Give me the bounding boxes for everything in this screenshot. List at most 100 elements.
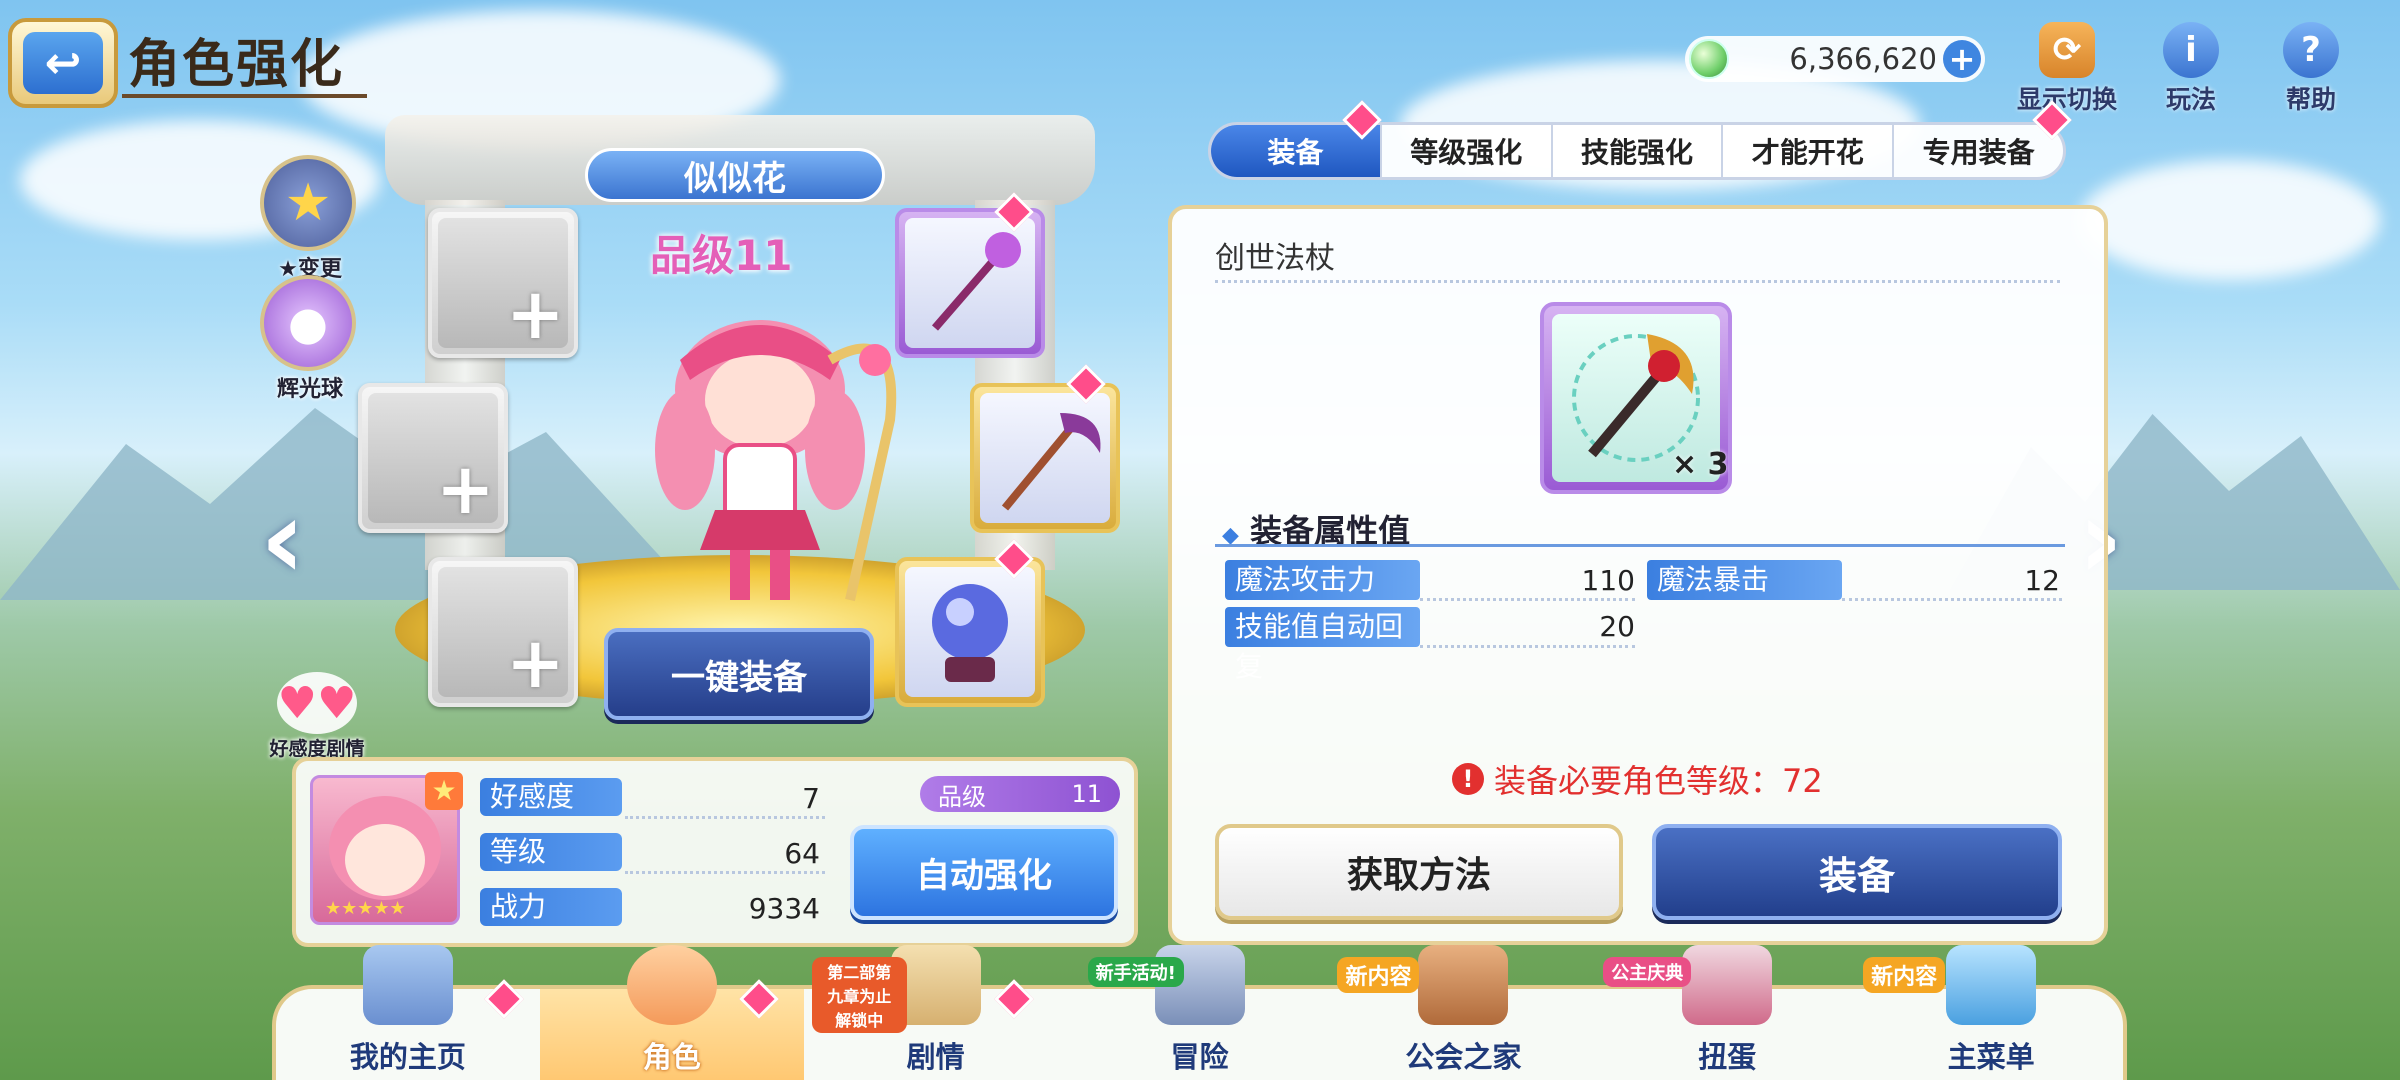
nav-gacha[interactable]: 公主庆典 扭蛋 [1595,945,1859,1080]
star-change-button[interactable]: ★ ★变更 [260,155,360,283]
rank-pill-value: 11 [1071,780,1102,808]
section-divider [1215,544,2065,547]
nav-main-menu[interactable]: 新内容 主菜单 [1859,945,2123,1080]
auto-enhance-button[interactable]: 自动强化 [850,825,1118,920]
help-button[interactable]: ? 帮助 [2256,22,2366,116]
tab-level-up[interactable]: 等级强化 [1382,125,1553,177]
svg-text:★★★★★: ★★★★★ [325,898,406,919]
crystal-orb-icon [932,584,1008,682]
affection-label: 好感度 [480,778,622,816]
bottom-navigation: 我的主页 角色 第二部第九章为止解锁中 剧情 新手活动! 冒险 新内容 公会之家… [272,945,2127,1080]
help-label: 帮助 [2285,85,2336,114]
gacha-festival-badge: 公主庆典 [1603,957,1692,987]
power-label: 战力 [480,888,622,926]
title-underline [122,94,367,98]
rank-pill: 品级 11 [920,776,1120,812]
display-switch-button[interactable]: ⟳ 显示切换 [2012,22,2122,116]
equipment-quantity: × 3 [1672,447,1729,482]
magic-crit-value: 12 [2024,564,2060,597]
level-value: 64 [784,837,820,870]
nav-main-menu-label: 主菜单 [1947,1040,2035,1074]
nav-guild-house[interactable]: 新内容 公会之家 [1331,945,1595,1080]
back-arrow-icon: ↩ [23,32,103,94]
add-icon: + [506,622,565,704]
equip-slot-6-orb[interactable] [895,557,1045,707]
display-switch-icon: ⟳ [2039,22,2095,78]
dotted-divider [625,816,825,819]
dotted-divider [1842,598,2062,601]
gacha-machine-icon [1682,945,1773,1025]
equip-slot-1-empty[interactable]: + [428,208,578,358]
nav-story-label: 剧情 [906,1040,965,1074]
power-value: 9334 [748,892,820,925]
dotted-divider [1420,598,1635,601]
tab-skill-up[interactable]: 技能强化 [1553,125,1724,177]
jewel-icon [1689,39,1729,79]
nav-adventure[interactable]: 新手活动! 冒险 [1068,945,1332,1080]
get-method-button[interactable]: 获取方法 [1215,824,1623,920]
character-sprite[interactable] [600,300,920,610]
magic-crit-label: 魔法暴击 [1647,560,1842,600]
star-change-icon: ★ [260,155,356,251]
magic-attack-value: 110 [1581,564,1635,597]
add-icon: + [506,273,565,355]
nav-gacha-label: 扭蛋 [1698,1040,1757,1074]
character-name: 似似花 [585,148,885,202]
castle-icon [362,945,453,1025]
glow-orb-icon: ● [260,275,356,371]
dotted-divider [1215,280,2060,283]
level-label: 等级 [480,833,622,871]
one-key-equip-button[interactable]: 一键装备 [604,628,874,720]
equip-slot-4-staff[interactable] [895,208,1045,358]
nav-my-home-label: 我的主页 [349,1040,466,1074]
back-button[interactable]: ↩ [8,18,118,108]
hearts-icon: ♥♥ [277,672,357,734]
page-title: 角色强化 [128,35,345,95]
warning-icon: ! [1452,763,1484,795]
dotted-divider [625,871,825,874]
tp-regen-label: 技能值自动回复 [1225,607,1420,683]
how-to-play-button[interactable]: i 玩法 [2136,22,2246,116]
info-icon: i [2163,22,2219,78]
crystal-icon [1946,945,2037,1025]
equip-button[interactable]: 装备 [1652,824,2062,920]
rank-pill-label: 品级 [938,782,986,811]
character-portrait[interactable]: ★★★★★ ★ [310,772,463,925]
tab-talent[interactable]: 才能开花 [1723,125,1895,177]
glow-orb-label: 辉光球 [276,377,343,402]
equip-slot-5-scythe[interactable] [970,383,1120,533]
adventure-new-badge: 新手活动! [1087,957,1184,987]
character-rank: 品级11 [650,231,793,280]
menu-new-badge: 新内容 [1863,957,1946,993]
glow-orb-button[interactable]: ● 辉光球 [260,275,360,403]
display-switch-label: 显示切换 [2016,85,2117,114]
equip-slot-3-empty[interactable]: + [428,557,578,707]
story-unlock-badge: 第二部第九章为止解锁中 [811,957,907,1033]
jewel-amount: 6,366,620 [1789,42,1937,76]
tp-regen-value: 20 [1599,610,1635,643]
jewel-counter: 6,366,620 + [1685,36,1985,82]
help-icon: ? [2283,22,2339,78]
nav-character-label: 角色 [642,1040,701,1074]
guild-new-badge: 新内容 [1337,957,1420,993]
magic-attack-label: 魔法攻击力 [1225,560,1420,600]
level-requirement: ! 装备必要角色等级：72 [1452,756,1823,802]
how-to-play-label: 玩法 [2165,85,2216,114]
previous-character-arrow[interactable]: ‹ [260,475,305,603]
nav-guild-house-label: 公会之家 [1405,1040,1522,1074]
equip-slot-2-empty[interactable]: + [358,383,508,533]
character-head-icon [626,945,717,1025]
tab-unique-equipment[interactable]: 专用装备 [1894,125,2063,177]
scythe-staff-icon [1001,413,1101,511]
dotted-divider [1420,645,1635,648]
nav-adventure-label: 冒险 [1170,1040,1229,1074]
equipment-name: 创世法杖 [1215,241,1335,276]
level-requirement-text: 装备必要角色等级：72 [1494,762,1823,800]
affection-story-button[interactable]: ♥♥ 好感度剧情 [262,672,372,761]
guild-door-icon [1418,945,1509,1025]
add-jewel-button[interactable]: + [1943,40,1981,78]
add-icon: + [436,448,495,530]
magic-staff-icon [931,232,1021,331]
star-badge-icon: ★ [425,772,463,810]
enhance-tabs: 装备 等级强化 技能强化 才能开花 专用装备 [1208,122,2066,180]
